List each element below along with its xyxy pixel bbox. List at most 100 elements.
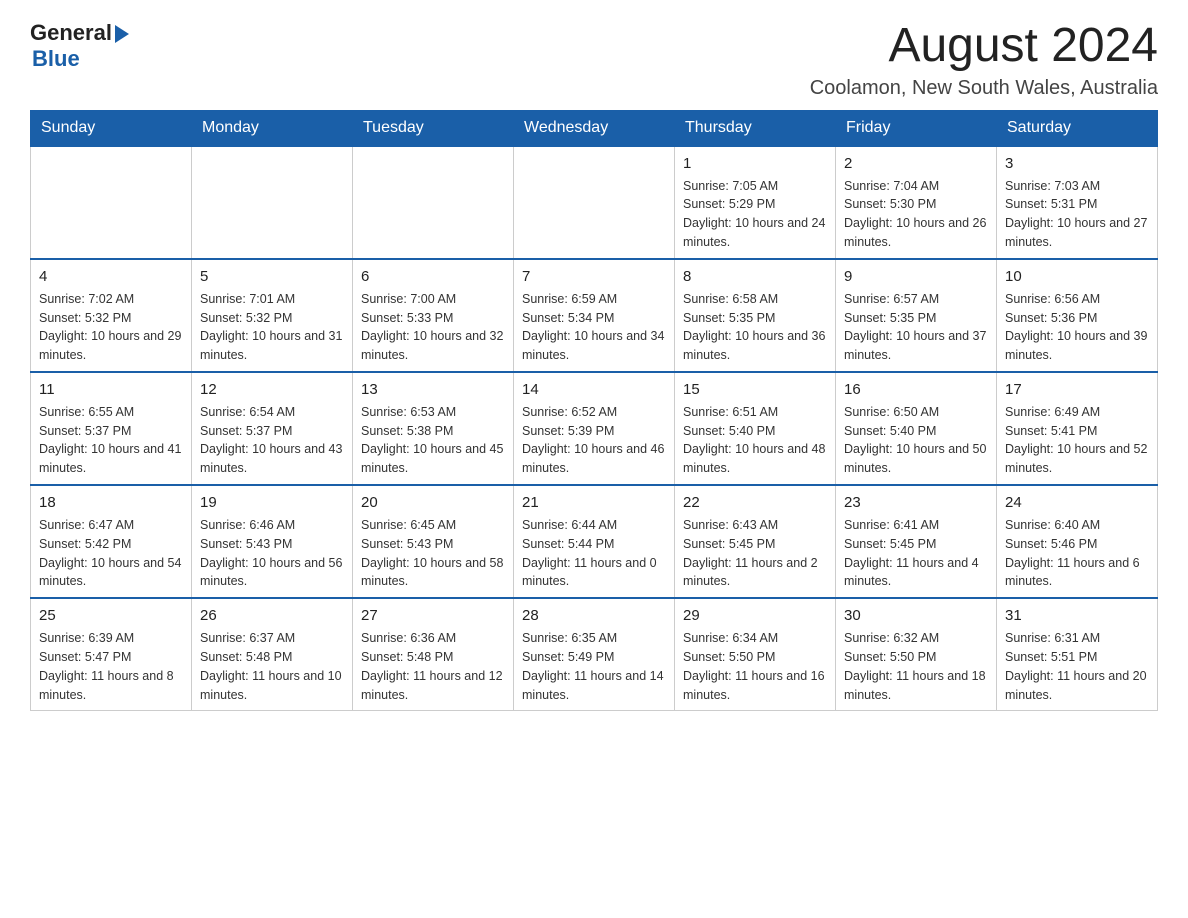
day-number: 15 — [683, 379, 827, 401]
calendar-week-row: 25 Sunrise: 6:39 AM Sunset: 5:47 PM Dayli… — [31, 598, 1158, 711]
calendar-cell: 20 Sunrise: 6:45 AM Sunset: 5:43 PM Dayli… — [353, 485, 514, 598]
day-info: Sunrise: 6:41 AM Sunset: 5:45 PM Dayligh… — [844, 518, 979, 589]
day-info: Sunrise: 6:52 AM Sunset: 5:39 PM Dayligh… — [522, 405, 664, 476]
day-info: Sunrise: 6:43 AM Sunset: 5:45 PM Dayligh… — [683, 518, 818, 589]
calendar-cell: 13 Sunrise: 6:53 AM Sunset: 5:38 PM Dayli… — [353, 372, 514, 485]
day-info: Sunrise: 6:57 AM Sunset: 5:35 PM Dayligh… — [844, 292, 986, 363]
day-number: 25 — [39, 605, 183, 627]
weekday-header-sunday: Sunday — [31, 110, 192, 146]
calendar-week-row: 18 Sunrise: 6:47 AM Sunset: 5:42 PM Dayli… — [31, 485, 1158, 598]
day-info: Sunrise: 6:53 AM Sunset: 5:38 PM Dayligh… — [361, 405, 503, 476]
day-number: 22 — [683, 492, 827, 514]
day-number: 8 — [683, 266, 827, 288]
day-info: Sunrise: 6:47 AM Sunset: 5:42 PM Dayligh… — [39, 518, 181, 589]
calendar-cell: 19 Sunrise: 6:46 AM Sunset: 5:43 PM Dayli… — [192, 485, 353, 598]
day-info: Sunrise: 6:34 AM Sunset: 5:50 PM Dayligh… — [683, 631, 825, 702]
weekday-header-monday: Monday — [192, 110, 353, 146]
calendar-cell: 24 Sunrise: 6:40 AM Sunset: 5:46 PM Dayli… — [997, 485, 1158, 598]
weekday-header-saturday: Saturday — [997, 110, 1158, 146]
calendar-cell: 7 Sunrise: 6:59 AM Sunset: 5:34 PM Daylig… — [514, 259, 675, 372]
day-number: 28 — [522, 605, 666, 627]
day-info: Sunrise: 7:00 AM Sunset: 5:33 PM Dayligh… — [361, 292, 503, 363]
day-number: 13 — [361, 379, 505, 401]
calendar-cell: 10 Sunrise: 6:56 AM Sunset: 5:36 PM Dayli… — [997, 259, 1158, 372]
weekday-header-wednesday: Wednesday — [514, 110, 675, 146]
logo-general-text: General — [30, 20, 112, 46]
calendar-cell: 12 Sunrise: 6:54 AM Sunset: 5:37 PM Dayli… — [192, 372, 353, 485]
calendar-cell: 22 Sunrise: 6:43 AM Sunset: 5:45 PM Dayli… — [675, 485, 836, 598]
weekday-header-thursday: Thursday — [675, 110, 836, 146]
calendar-cell: 2 Sunrise: 7:04 AM Sunset: 5:30 PM Daylig… — [836, 146, 997, 259]
day-number: 30 — [844, 605, 988, 627]
weekday-header-friday: Friday — [836, 110, 997, 146]
day-number: 10 — [1005, 266, 1149, 288]
day-number: 21 — [522, 492, 666, 514]
day-number: 24 — [1005, 492, 1149, 514]
day-info: Sunrise: 7:01 AM Sunset: 5:32 PM Dayligh… — [200, 292, 342, 363]
day-number: 19 — [200, 492, 344, 514]
day-number: 26 — [200, 605, 344, 627]
calendar-cell: 30 Sunrise: 6:32 AM Sunset: 5:50 PM Dayli… — [836, 598, 997, 711]
calendar-cell: 6 Sunrise: 7:00 AM Sunset: 5:33 PM Daylig… — [353, 259, 514, 372]
calendar-cell: 21Sunrise: 6:44 AM Sunset: 5:44 PM Dayli… — [514, 485, 675, 598]
day-number: 20 — [361, 492, 505, 514]
calendar-cell: 23 Sunrise: 6:41 AM Sunset: 5:45 PM Dayli… — [836, 485, 997, 598]
day-number: 31 — [1005, 605, 1149, 627]
day-info: Sunrise: 6:39 AM Sunset: 5:47 PM Dayligh… — [39, 631, 174, 702]
calendar-cell: 3 Sunrise: 7:03 AM Sunset: 5:31 PM Daylig… — [997, 146, 1158, 259]
day-number: 2 — [844, 153, 988, 175]
day-info: Sunrise: 6:49 AM Sunset: 5:41 PM Dayligh… — [1005, 405, 1147, 476]
day-number: 16 — [844, 379, 988, 401]
logo: General Blue — [30, 20, 129, 72]
day-info: Sunrise: 6:55 AM Sunset: 5:37 PM Dayligh… — [39, 405, 181, 476]
day-info: Sunrise: 6:37 AM Sunset: 5:48 PM Dayligh… — [200, 631, 342, 702]
day-info: Sunrise: 6:40 AM Sunset: 5:46 PM Dayligh… — [1005, 518, 1140, 589]
calendar-cell: 17 Sunrise: 6:49 AM Sunset: 5:41 PM Dayli… — [997, 372, 1158, 485]
day-info: Sunrise: 6:59 AM Sunset: 5:34 PM Dayligh… — [522, 292, 664, 363]
calendar-cell: 4Sunrise: 7:02 AM Sunset: 5:32 PM Daylig… — [31, 259, 192, 372]
day-number: 23 — [844, 492, 988, 514]
day-number: 17 — [1005, 379, 1149, 401]
day-info: Sunrise: 6:58 AM Sunset: 5:35 PM Dayligh… — [683, 292, 825, 363]
day-number: 7 — [522, 266, 666, 288]
day-number: 5 — [200, 266, 344, 288]
calendar-cell: 15Sunrise: 6:51 AM Sunset: 5:40 PM Dayli… — [675, 372, 836, 485]
day-info: Sunrise: 6:54 AM Sunset: 5:37 PM Dayligh… — [200, 405, 342, 476]
day-number: 11 — [39, 379, 183, 401]
calendar-cell — [192, 146, 353, 259]
weekday-header-row: SundayMondayTuesdayWednesdayThursdayFrid… — [31, 110, 1158, 146]
calendar-cell: 29 Sunrise: 6:34 AM Sunset: 5:50 PM Dayli… — [675, 598, 836, 711]
calendar-cell: 16Sunrise: 6:50 AM Sunset: 5:40 PM Dayli… — [836, 372, 997, 485]
day-number: 29 — [683, 605, 827, 627]
title-area: August 2024 Coolamon, New South Wales, A… — [810, 20, 1158, 100]
calendar-week-row: 4Sunrise: 7:02 AM Sunset: 5:32 PM Daylig… — [31, 259, 1158, 372]
calendar-cell: 9Sunrise: 6:57 AM Sunset: 5:35 PM Daylig… — [836, 259, 997, 372]
day-number: 18 — [39, 492, 183, 514]
day-info: Sunrise: 6:45 AM Sunset: 5:43 PM Dayligh… — [361, 518, 503, 589]
day-info: Sunrise: 6:56 AM Sunset: 5:36 PM Dayligh… — [1005, 292, 1147, 363]
calendar-cell: 27Sunrise: 6:36 AM Sunset: 5:48 PM Dayli… — [353, 598, 514, 711]
day-number: 6 — [361, 266, 505, 288]
day-info: Sunrise: 7:02 AM Sunset: 5:32 PM Dayligh… — [39, 292, 181, 363]
weekday-header-tuesday: Tuesday — [353, 110, 514, 146]
logo-blue-text: Blue — [32, 46, 80, 72]
calendar-cell: 18 Sunrise: 6:47 AM Sunset: 5:42 PM Dayli… — [31, 485, 192, 598]
day-number: 12 — [200, 379, 344, 401]
calendar-week-row: 11 Sunrise: 6:55 AM Sunset: 5:37 PM Dayli… — [31, 372, 1158, 485]
day-info: Sunrise: 6:46 AM Sunset: 5:43 PM Dayligh… — [200, 518, 342, 589]
calendar-cell: 31 Sunrise: 6:31 AM Sunset: 5:51 PM Dayli… — [997, 598, 1158, 711]
calendar-cell — [353, 146, 514, 259]
day-number: 3 — [1005, 153, 1149, 175]
day-number: 1 — [683, 153, 827, 175]
day-info: Sunrise: 7:05 AM Sunset: 5:29 PM Dayligh… — [683, 179, 825, 250]
day-info: Sunrise: 6:31 AM Sunset: 5:51 PM Dayligh… — [1005, 631, 1147, 702]
calendar-cell — [514, 146, 675, 259]
calendar-cell: 25 Sunrise: 6:39 AM Sunset: 5:47 PM Dayli… — [31, 598, 192, 711]
day-info: Sunrise: 7:03 AM Sunset: 5:31 PM Dayligh… — [1005, 179, 1147, 250]
day-info: Sunrise: 6:32 AM Sunset: 5:50 PM Dayligh… — [844, 631, 986, 702]
location-title: Coolamon, New South Wales, Australia — [810, 77, 1158, 100]
day-info: Sunrise: 7:04 AM Sunset: 5:30 PM Dayligh… — [844, 179, 986, 250]
calendar-cell: 26 Sunrise: 6:37 AM Sunset: 5:48 PM Dayli… — [192, 598, 353, 711]
calendar-table: SundayMondayTuesdayWednesdayThursdayFrid… — [30, 110, 1158, 712]
calendar-cell: 28Sunrise: 6:35 AM Sunset: 5:49 PM Dayli… — [514, 598, 675, 711]
